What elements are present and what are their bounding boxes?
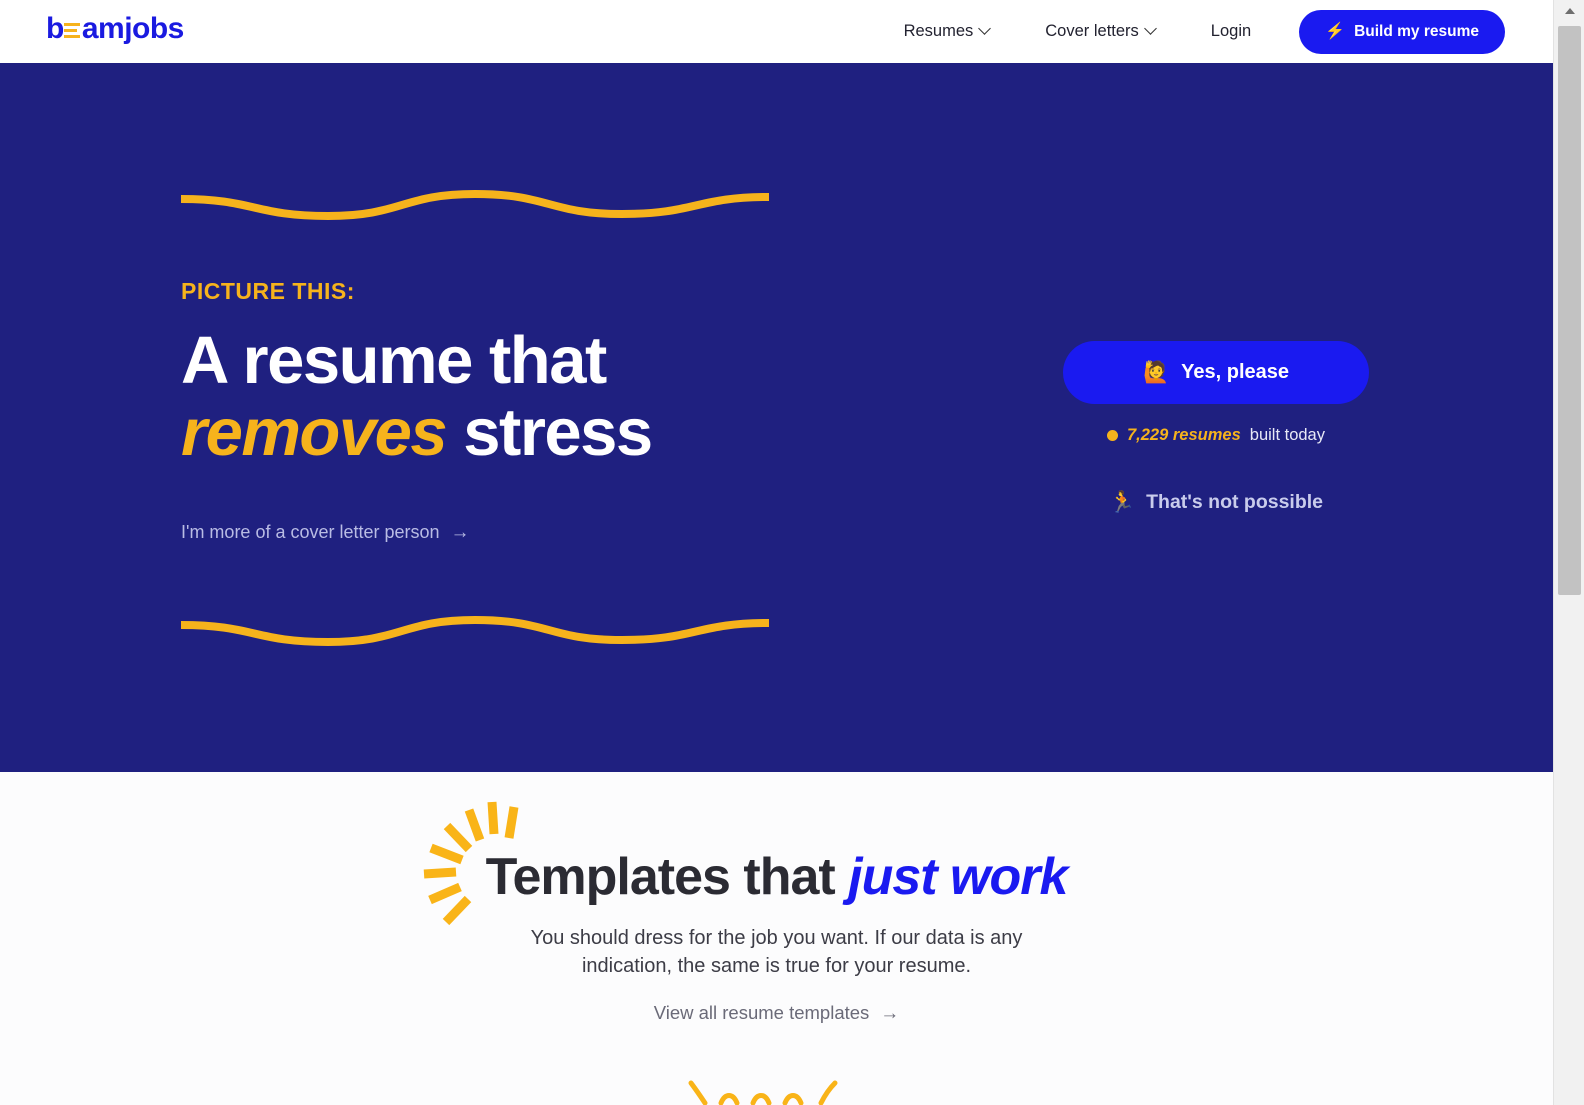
templates-title-accent: just work xyxy=(848,848,1068,906)
templates-title-wrap: Templates that just work xyxy=(423,801,1069,926)
beam-icon xyxy=(63,21,81,40)
build-my-resume-button[interactable]: ⚡ Build my resume xyxy=(1299,9,1505,54)
build-my-resume-label: Build my resume xyxy=(1354,22,1479,40)
yellow-dot-icon xyxy=(1107,430,1118,441)
running-person-emoji: 🏃 xyxy=(1108,491,1136,514)
hero-copy: PICTURE THIS: A resume that removes stre… xyxy=(181,278,821,543)
wavy-line-decoration-bottom xyxy=(181,615,769,647)
templates-bottom-decoration xyxy=(688,1080,837,1105)
templates-subtitle-line1: You should dress for the job you want. I… xyxy=(530,926,1023,949)
chevron-down-icon xyxy=(978,22,992,35)
chevron-down-icon xyxy=(1143,22,1157,35)
hero-headline-line1: A resume that xyxy=(181,323,607,398)
nav-item-cover-letters[interactable]: Cover letters xyxy=(1017,22,1183,41)
nav-item-login[interactable]: Login xyxy=(1183,22,1279,41)
scrollbar-track[interactable] xyxy=(1554,598,1584,1105)
brand-logo-prefix: b xyxy=(46,12,64,45)
page-root: b amjobs Resumes Cover letters Login ⚡ B… xyxy=(0,0,1584,1105)
yes-please-label: Yes, please xyxy=(1181,361,1290,383)
scrollbar-thumb[interactable] xyxy=(1558,26,1581,595)
hero-cta-group: 🙋 Yes, please 7,229 resumes built today … xyxy=(1063,341,1369,514)
brand-logo-suffix: amjobs xyxy=(81,12,185,45)
thats-not-possible-label: That's not possible xyxy=(1146,491,1324,513)
templates-title: Templates that just work xyxy=(485,848,1069,906)
hero-eyebrow: PICTURE THIS: xyxy=(181,278,355,304)
resumes-built-count: 7,229 resumes xyxy=(1127,426,1241,444)
thats-not-possible-link[interactable]: 🏃 That's not possible xyxy=(1109,491,1323,514)
raising-hand-emoji: 🙋 xyxy=(1142,361,1170,384)
templates-section: Templates that just work You should dres… xyxy=(0,772,1553,1105)
hero-section: PICTURE THIS: A resume that removes stre… xyxy=(0,63,1553,772)
nav-item-cover-letters-label: Cover letters xyxy=(1045,22,1139,40)
wavy-line-decoration-top xyxy=(181,189,769,221)
templates-subtitle: You should dress for the job you want. I… xyxy=(0,924,1553,981)
hero-headline-line2: stress xyxy=(463,395,653,471)
view-all-templates-label: View all resume templates xyxy=(653,1002,870,1024)
vertical-scrollbar[interactable] xyxy=(1553,0,1584,1105)
resumes-built-suffix: built today xyxy=(1249,426,1325,444)
templates-content: Templates that just work You should dres… xyxy=(0,772,1553,1024)
site-header: b amjobs Resumes Cover letters Login ⚡ B… xyxy=(0,0,1553,63)
templates-title-main: Templates that xyxy=(485,848,836,906)
browser-viewport: b amjobs Resumes Cover letters Login ⚡ B… xyxy=(0,0,1553,1105)
nav-item-login-label: Login xyxy=(1210,22,1252,40)
nav-item-resumes[interactable]: Resumes xyxy=(876,22,1018,41)
templates-subtitle-line2: indication, the same is true for your re… xyxy=(581,954,972,977)
yes-please-button[interactable]: 🙋 Yes, please xyxy=(1063,341,1369,404)
arrow-right-icon: → xyxy=(880,1002,900,1024)
hero-headline-accent: removes xyxy=(181,395,448,471)
lightning-bolt-icon: ⚡ xyxy=(1325,22,1346,40)
main-navigation: Resumes Cover letters Login ⚡ Build my r… xyxy=(876,0,1505,63)
arrow-right-icon: → xyxy=(450,521,470,543)
hero-headline: A resume that removes stress xyxy=(181,323,821,471)
resumes-built-today-stat: 7,229 resumes built today xyxy=(1107,426,1325,445)
brand-logo[interactable]: b amjobs xyxy=(46,14,184,44)
cover-letter-link[interactable]: I'm more of a cover letter person → xyxy=(181,522,470,543)
view-all-templates-link[interactable]: View all resume templates → xyxy=(654,1002,900,1024)
nav-item-resumes-label: Resumes xyxy=(903,22,974,40)
cover-letter-link-label: I'm more of a cover letter person xyxy=(181,521,440,542)
scroll-up-arrow-icon[interactable] xyxy=(1554,0,1584,22)
